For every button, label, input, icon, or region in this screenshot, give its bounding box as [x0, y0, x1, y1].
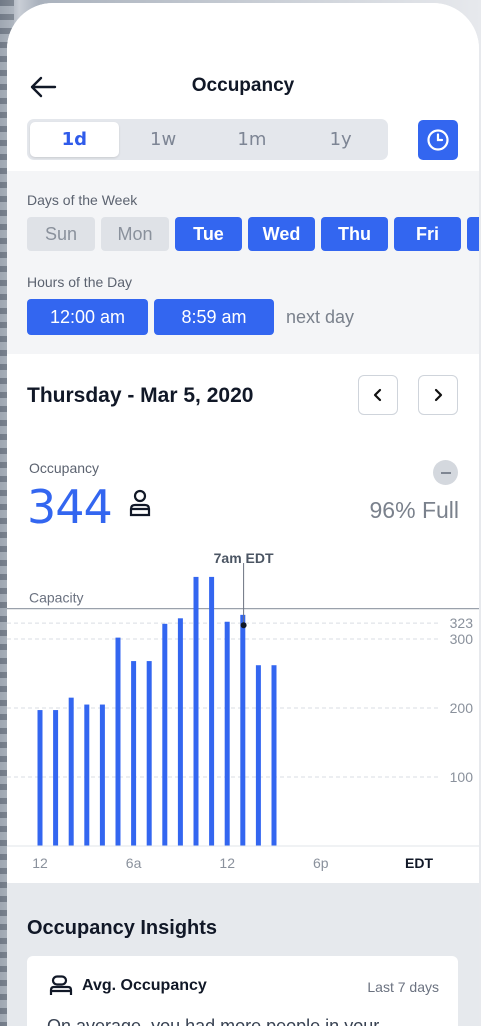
phone-screen: Occupancy 1d 1w 1m 1y Days of the Week S… [7, 3, 479, 1026]
next-day-label: next day [286, 306, 355, 327]
page-title: Occupancy [191, 75, 295, 96]
bar [131, 661, 137, 846]
bar [146, 661, 152, 846]
insights-title: Occupancy Insights [27, 917, 218, 939]
y-tick-label: 100 [450, 769, 474, 785]
card-range: Last 7 days [367, 979, 439, 995]
y-tick-label: 300 [450, 631, 474, 647]
timezone-label: EDT [405, 855, 433, 871]
minus-icon[interactable] [433, 460, 458, 485]
day-tue[interactable]: Tue [175, 217, 242, 251]
x-tick-label: 12 [32, 855, 48, 871]
tab-1d[interactable]: 1d [30, 122, 119, 157]
occupancy-chart: 100 200 300323 Capacity 12 6a 12 6p EDT 7am EDT [7, 550, 479, 871]
percent-full: 96% Full [369, 497, 459, 523]
occupancy-label: Occupancy [29, 460, 100, 476]
bar [224, 621, 230, 846]
x-tick-label: 12 [219, 855, 235, 871]
time-filter-button[interactable] [418, 120, 458, 160]
occupancy-value: 344 [27, 480, 113, 534]
day-sun[interactable]: Sun [27, 217, 95, 251]
x-tick-label: 6a [126, 855, 142, 871]
chevron-right-icon [434, 388, 443, 402]
y-tick-label: 323 [450, 615, 474, 631]
bar [209, 576, 215, 846]
tab-1y[interactable]: 1y [296, 122, 385, 157]
day-sat-partial[interactable] [467, 217, 479, 251]
card-title: Avg. Occupancy [82, 977, 207, 994]
tab-1w[interactable]: 1w [119, 122, 208, 157]
clock-icon [427, 129, 449, 151]
cursor-label: 7am EDT [214, 550, 274, 566]
hours-selector: 12:00 am 8:59 am next day [27, 299, 354, 335]
bar [84, 704, 90, 846]
avg-occupancy-card[interactable]: Avg. Occupancy Last 7 days On average, y… [27, 956, 458, 1026]
end-time-button[interactable]: 8:59 am [154, 299, 274, 335]
next-day-button[interactable] [418, 375, 458, 415]
days-selector: Sun Mon Tue Wed Thu Fri [27, 217, 479, 251]
day-mon[interactable]: Mon [101, 217, 169, 251]
range-selector: 1d 1w 1m 1y [27, 119, 388, 160]
y-tick-label: 200 [450, 700, 474, 716]
date-navigation: Thursday - Mar 5, 2020 [7, 354, 479, 439]
cursor-dot [240, 622, 247, 629]
day-wed[interactable]: Wed [248, 217, 315, 251]
x-tick-label: 6p [313, 855, 329, 871]
tab-1m[interactable]: 1m [208, 122, 297, 157]
bar [37, 710, 43, 846]
bar [271, 665, 277, 846]
days-label: Days of the Week [27, 192, 138, 208]
header: Occupancy 1d 1w 1m 1y [7, 3, 479, 171]
chevron-left-icon [373, 388, 382, 402]
bar [193, 576, 199, 846]
filters-panel: Days of the Week Sun Mon Tue Wed Thu Fri… [7, 171, 479, 354]
person-icon [129, 489, 151, 517]
current-date: Thursday - Mar 5, 2020 [27, 384, 254, 407]
capacity-label: Capacity [29, 590, 83, 606]
day-fri[interactable]: Fri [394, 217, 461, 251]
start-time-button[interactable]: 12:00 am [27, 299, 148, 335]
insights-section: Occupancy Insights Avg. Occupancy Last 7… [7, 883, 479, 1026]
bar [53, 710, 59, 846]
bar [115, 637, 121, 846]
bar [99, 704, 105, 846]
bar [162, 623, 168, 846]
bar [240, 614, 246, 846]
bar [68, 697, 74, 846]
bar [255, 665, 261, 846]
card-text: On average, you had more people in your [47, 1016, 380, 1026]
hours-label: Hours of the Day [27, 274, 133, 290]
previous-day-button[interactable] [358, 375, 398, 415]
day-thu[interactable]: Thu [321, 217, 388, 251]
people-icon [49, 975, 73, 995]
bar [177, 618, 183, 846]
